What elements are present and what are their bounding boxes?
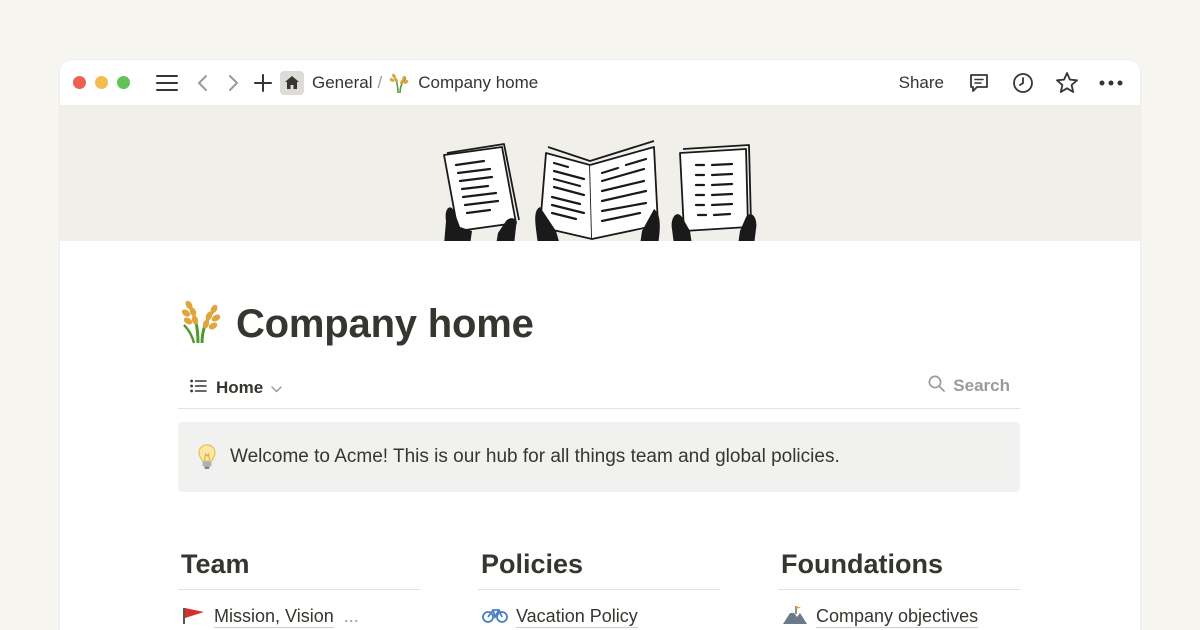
column-heading[interactable]: Foundations xyxy=(778,544,1020,590)
red-flag-icon xyxy=(182,604,206,629)
list-item-label: Mission, Vision xyxy=(214,605,334,628)
close-window-button[interactable] xyxy=(73,76,86,89)
chevron-down-icon xyxy=(271,378,282,398)
house-icon[interactable] xyxy=(280,70,304,95)
lightbulb-icon xyxy=(198,444,216,470)
list-item[interactable]: Vacation Policy xyxy=(478,604,720,629)
breadcrumb-page[interactable]: Company home xyxy=(418,73,538,93)
bicycle-icon xyxy=(482,604,508,629)
list-item-label: Vacation Policy xyxy=(516,605,638,628)
welcome-callout: Welcome to Acme! This is our hub for all… xyxy=(178,422,1020,492)
breadcrumb-separator: / xyxy=(377,72,383,92)
column-policies: Policies Vacation Policy xyxy=(478,544,720,629)
page-actions: Share xyxy=(899,68,1126,98)
title-bar: General / Company home Share xyxy=(60,60,1140,105)
clock-icon[interactable] xyxy=(1008,68,1038,98)
view-label: Home xyxy=(216,377,264,397)
list-icon xyxy=(190,378,207,398)
chevron-right-icon[interactable] xyxy=(218,68,248,98)
column-foundations: Foundations Company objectives xyxy=(778,544,1020,629)
plus-icon[interactable] xyxy=(248,68,278,98)
ellipsis-icon[interactable] xyxy=(1096,68,1126,98)
search-button[interactable]: Search xyxy=(928,375,1010,397)
column-team: Team Mission, Vision ... xyxy=(178,544,420,629)
view-bar: Home Search xyxy=(178,367,1020,409)
callout-text[interactable]: Welcome to Acme! This is our hub for all… xyxy=(230,446,840,468)
search-icon xyxy=(928,375,946,397)
hamburger-icon[interactable] xyxy=(152,68,182,98)
star-icon[interactable] xyxy=(1052,68,1082,98)
rice-sheaf-icon[interactable] xyxy=(178,299,224,350)
navigation-controls xyxy=(152,68,278,98)
view-selector[interactable]: Home xyxy=(190,378,282,398)
column-heading[interactable]: Team xyxy=(178,544,420,590)
share-button[interactable]: Share xyxy=(899,73,944,93)
list-item[interactable]: Mission, Vision ... xyxy=(178,604,420,629)
page-title-text[interactable]: Company home xyxy=(236,302,534,347)
page-title: Company home xyxy=(178,299,534,350)
app-window: General / Company home Share Company hom… xyxy=(60,60,1140,630)
list-item-more: ... xyxy=(343,606,359,626)
list-item[interactable]: Company objectives xyxy=(778,604,1020,629)
breadcrumb: General / Company home xyxy=(280,70,538,95)
traffic-lights xyxy=(73,76,130,89)
newspaper-readers-illustration xyxy=(443,140,757,241)
search-label: Search xyxy=(953,376,1010,395)
list-item-label: Company objectives xyxy=(816,605,979,628)
comment-icon[interactable] xyxy=(964,68,994,98)
zoom-window-button[interactable] xyxy=(117,76,130,89)
rice-sheaf-icon xyxy=(388,72,410,94)
chevron-left-icon[interactable] xyxy=(188,68,218,98)
page-cover xyxy=(60,105,1140,241)
column-heading[interactable]: Policies xyxy=(478,544,720,590)
breadcrumb-workspace[interactable]: General xyxy=(312,73,372,93)
minimize-window-button[interactable] xyxy=(95,76,108,89)
mountain-icon xyxy=(782,604,808,629)
